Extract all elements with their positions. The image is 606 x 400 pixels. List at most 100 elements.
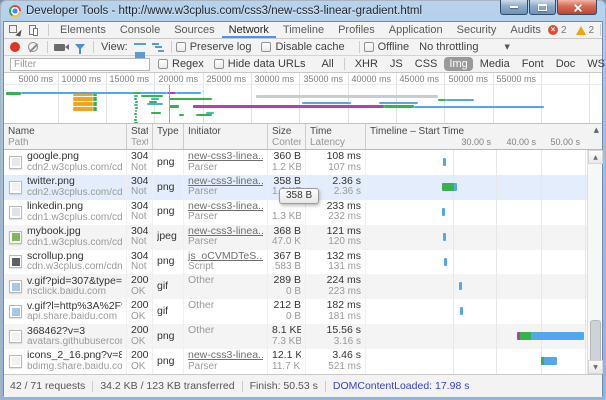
table-row[interactable]: icons_2_16.png?v=8150896...bdimg.share.b…: [4, 349, 587, 374]
filter-type-xhr[interactable]: XHR: [350, 57, 383, 71]
offline-checkbox[interactable]: Offline: [364, 41, 410, 53]
tab-profiles[interactable]: Profiles: [331, 22, 382, 38]
initiator-link[interactable]: new-css3-linea...: [188, 201, 263, 213]
name-cell: twitter.pngcdn2.w3cplus.com/cdn/farf...: [4, 175, 127, 200]
filter-type-font[interactable]: Font: [517, 57, 549, 71]
size-tooltip: 358 B: [279, 188, 319, 204]
hide-data-urls-checkbox[interactable]: Hide data URLs: [214, 58, 306, 70]
table-row[interactable]: v.gif?l=http%3A%2F%2Fw...api.share.baidu…: [4, 299, 587, 324]
network-filter-bar: Regex Hide data URLs All XHRJSCSSImgMedia…: [4, 56, 602, 73]
table-row[interactable]: v.gif?pid=307&type=3071...nsclick.baidu.…: [4, 274, 587, 299]
throttling-select[interactable]: No throttling: [419, 41, 478, 53]
filter-type-js[interactable]: JS: [385, 57, 408, 71]
name-cell: google.pngcdn2.w3cplus.com/cdn/farf...: [4, 150, 127, 175]
column-header-time[interactable]: TimeLatency: [306, 124, 366, 149]
overview-bar: [379, 102, 418, 104]
preserve-log-checkbox[interactable]: Preserve log: [176, 41, 252, 53]
minimize-button[interactable]: [500, 0, 528, 15]
overview-bar: [93, 94, 97, 96]
overview-bar: [147, 103, 163, 105]
waterfall-view-icon[interactable]: [152, 43, 164, 52]
ruler-tick-label: 20000 ms: [158, 74, 198, 84]
initiator-link[interactable]: new-css3-linea...: [188, 350, 263, 362]
initiator-link: Other: [188, 275, 263, 287]
regex-checkbox[interactable]: Regex: [158, 58, 204, 70]
tab-audits[interactable]: Audits: [503, 22, 548, 38]
filter-type-media[interactable]: Media: [475, 57, 515, 71]
checkbox-icon: [176, 42, 186, 52]
divider: [92, 381, 93, 392]
waterfall-bar: [459, 282, 462, 290]
inspect-element-icon[interactable]: [7, 24, 21, 36]
filter-type-css[interactable]: CSS: [410, 57, 443, 71]
file-thumbnail-icon: [9, 355, 22, 368]
overview-bar: [73, 104, 93, 106]
column-header-name[interactable]: NamePath: [4, 124, 127, 149]
scroll-down-icon[interactable]: ▼: [588, 360, 603, 374]
column-header-type[interactable]: Type: [153, 124, 184, 149]
tab-application[interactable]: Application: [382, 22, 450, 38]
filter-input[interactable]: [10, 58, 150, 71]
table-row[interactable]: scrollup.pngcdn.w3cplus.com/cdn/farfu...…: [4, 250, 587, 275]
list-view-icon[interactable]: [134, 43, 146, 52]
initiator-link[interactable]: js_oCVMDTeS...: [188, 251, 263, 263]
table-row[interactable]: 368462?v=3avatars.githubusercontent.... …: [4, 324, 587, 349]
tab-sources[interactable]: Sources: [167, 22, 221, 38]
status-cell: 304Not Mo...: [127, 175, 153, 200]
screenshot-camera-icon[interactable]: [54, 44, 65, 51]
close-button[interactable]: [557, 0, 597, 15]
scrollbar-thumb[interactable]: [590, 320, 601, 362]
table-row[interactable]: google.pngcdn2.w3cplus.com/cdn/farf... 3…: [4, 150, 587, 175]
file-thumbnail-icon: [9, 305, 22, 318]
console-warning-icon[interactable]: [576, 26, 586, 35]
console-error-icon[interactable]: ×: [548, 25, 558, 35]
type-cell: png: [153, 175, 184, 200]
waterfall-bar: [442, 208, 445, 216]
column-header-size[interactable]: SizeContent: [268, 124, 306, 149]
overview-bar: [135, 107, 138, 109]
ruler-tick-label: 50000 ms: [448, 74, 488, 84]
timeline-tick-label: 40.00 s: [506, 137, 536, 147]
size-cell: 289 B0 B: [268, 274, 306, 299]
waterfall-bar: [442, 183, 457, 191]
window-titlebar[interactable]: Developer Tools - http://www.w3cplus.com…: [3, 0, 603, 21]
record-button[interactable]: [10, 42, 20, 52]
filter-funnel-icon[interactable]: [75, 44, 85, 50]
tab-network[interactable]: Network: [222, 22, 276, 38]
waterfall-bar: [444, 258, 447, 266]
minimize-icon: [510, 6, 518, 8]
ruler-tick-label: 5000 ms: [18, 74, 53, 84]
initiator-link[interactable]: new-css3-linea...: [188, 151, 263, 163]
column-header-status[interactable]: StatusText: [127, 124, 153, 149]
overview-bar: [179, 114, 184, 116]
column-header-initiator[interactable]: Initiator: [184, 124, 268, 149]
tab-console[interactable]: Console: [113, 22, 167, 38]
initiator-link[interactable]: new-css3-linea...: [188, 226, 263, 238]
overview-bar: [302, 102, 351, 104]
initiator-link[interactable]: new-css3-linea...: [188, 176, 263, 188]
clear-icon[interactable]: [28, 42, 38, 52]
waterfall-bar: [443, 158, 446, 166]
filter-type-ws[interactable]: WS: [582, 57, 606, 71]
size-cell: 368 B47.0 KB: [268, 225, 306, 250]
disable-cache-checkbox[interactable]: Disable cache: [261, 41, 344, 53]
tab-security[interactable]: Security: [450, 22, 504, 38]
type-cell: png: [153, 324, 184, 349]
name-cell: v.gif?pid=307&type=3071...nsclick.baidu.…: [4, 274, 127, 299]
overview-bar: [134, 113, 137, 115]
tab-timeline[interactable]: Timeline: [276, 22, 331, 38]
initiator-cell: Other: [184, 324, 268, 349]
column-header-timeline[interactable]: Timeline – Start Time ▲ 30.00 s40.00 s50…: [366, 124, 602, 149]
vertical-scrollbar[interactable]: ▲ ▼: [587, 150, 602, 374]
timeline-tick-label: 30.00 s: [461, 137, 491, 147]
tab-elements[interactable]: Elements: [53, 22, 113, 38]
requests-table-body: google.pngcdn2.w3cplus.com/cdn/farf... 3…: [4, 150, 602, 374]
device-toolbar-icon[interactable]: [27, 24, 41, 36]
filter-type-img[interactable]: Img: [444, 57, 472, 71]
filter-type-doc[interactable]: Doc: [551, 57, 581, 71]
maximize-button[interactable]: [529, 0, 556, 15]
scroll-up-icon[interactable]: ▲: [588, 150, 603, 164]
network-overview[interactable]: 5000 ms10000 ms15000 ms20000 ms25000 ms3…: [4, 73, 602, 124]
filter-type-all[interactable]: All: [316, 57, 338, 71]
table-row[interactable]: mybook.jpgcdn1.w3cplus.com/cdn/farf... 3…: [4, 225, 587, 250]
